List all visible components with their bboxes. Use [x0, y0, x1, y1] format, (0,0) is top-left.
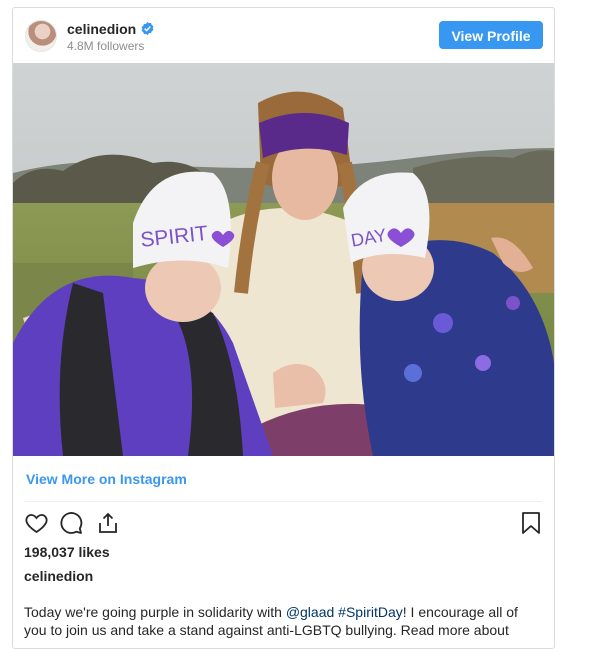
view-more-link[interactable]: View More on Instagram	[26, 471, 187, 487]
jacket-pattern-4	[506, 296, 520, 310]
share-icon[interactable]	[96, 511, 120, 540]
comment-icon[interactable]	[59, 511, 84, 540]
username[interactable]: celinedion	[67, 21, 136, 37]
hashtag-link[interactable]: #SpiritDay	[338, 604, 403, 620]
heart-icon[interactable]	[24, 511, 49, 540]
username-row: celinedion	[67, 21, 155, 39]
child-left-face	[145, 254, 221, 322]
like-count: 198,037 likes	[24, 544, 110, 560]
jacket-pattern-2	[475, 355, 491, 371]
divider	[25, 501, 542, 502]
avatar[interactable]	[25, 20, 57, 52]
caption: Today we're going purple in solidarity w…	[24, 603, 544, 639]
jacket-pattern-3	[404, 364, 422, 382]
post-header: celinedion 4.8M followers View Profile	[13, 8, 554, 63]
instagram-embed-card: celinedion 4.8M followers View Profile S…	[12, 7, 555, 649]
mention-link[interactable]: @glaad	[286, 604, 334, 620]
bookmark-icon[interactable]	[520, 511, 542, 540]
post-photo[interactable]: SPIRIT DAY	[13, 63, 554, 456]
caption-text: Today we're going purple in solidarity w…	[24, 604, 286, 620]
caption-username[interactable]: celinedion	[24, 568, 93, 584]
verified-icon	[140, 21, 155, 39]
follower-count: 4.8M followers	[67, 39, 145, 53]
view-profile-button[interactable]: View Profile	[439, 21, 543, 49]
jacket-pattern-1	[433, 313, 453, 333]
